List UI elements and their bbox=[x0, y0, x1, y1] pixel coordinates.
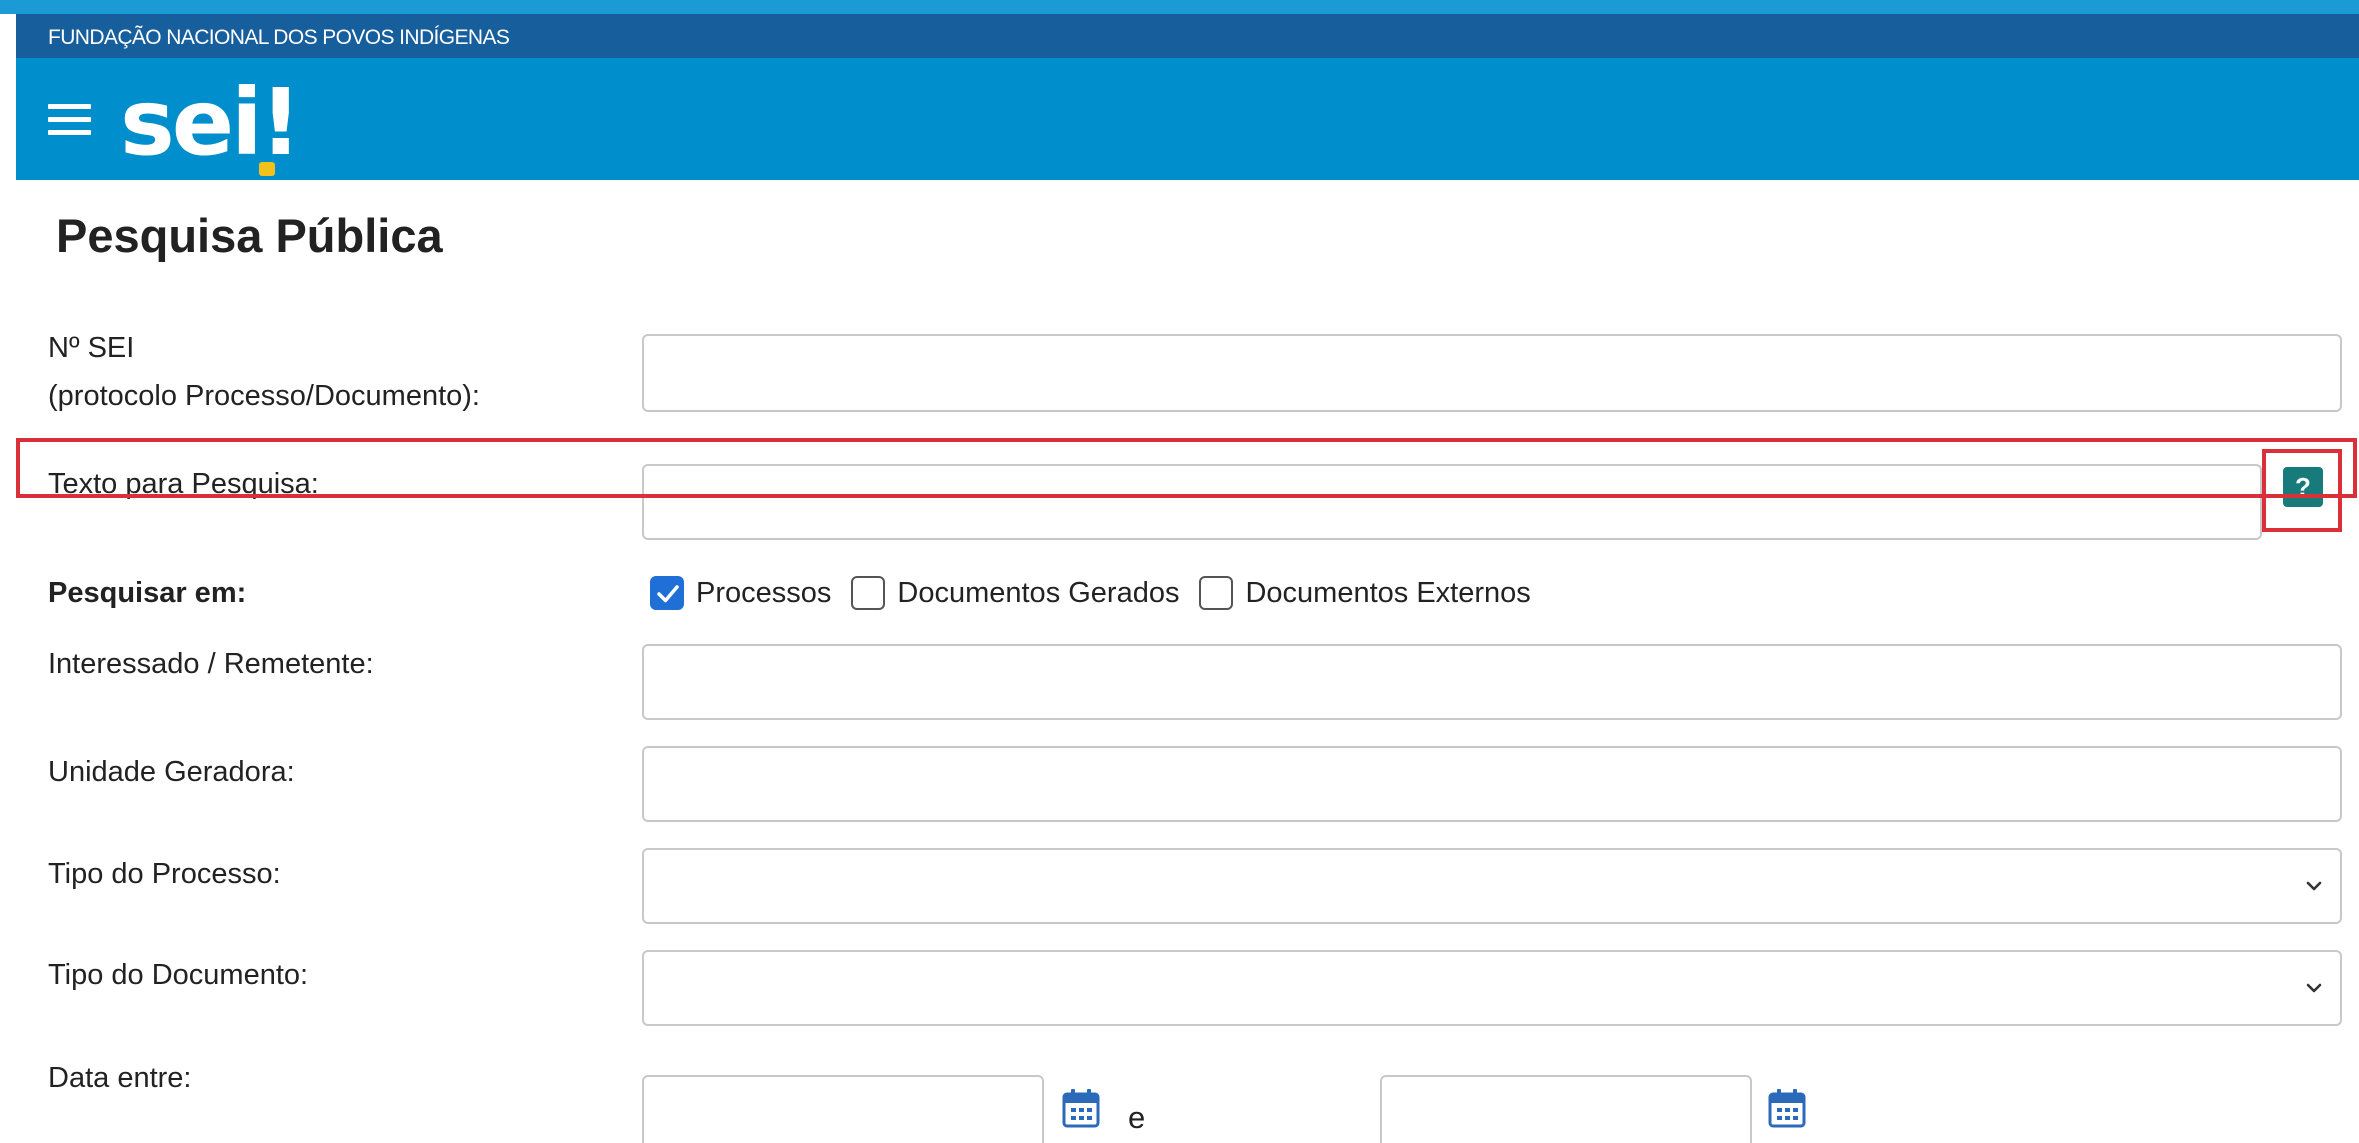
logo-dot bbox=[259, 162, 275, 176]
search-text-label: Texto para Pesquisa: bbox=[48, 468, 319, 500]
documentos-externos-label[interactable]: Documentos Externos bbox=[1245, 577, 1530, 610]
processos-label[interactable]: Processos bbox=[696, 577, 831, 610]
sei-number-label-line1: Nº SEI bbox=[48, 332, 135, 364]
search-in-options: Processos Documentos Gerados Documentos … bbox=[650, 571, 1551, 615]
document-type-label: Tipo do Documento: bbox=[48, 959, 309, 991]
date-range-separator: e bbox=[1128, 1100, 1146, 1135]
date-to-input[interactable] bbox=[1380, 1075, 1752, 1143]
top-strip bbox=[0, 0, 2359, 14]
interested-label: Interessado / Remetente: bbox=[48, 648, 374, 680]
processos-checkbox[interactable] bbox=[650, 576, 684, 610]
documentos-gerados-label[interactable]: Documentos Gerados bbox=[897, 577, 1179, 610]
org-name: FUNDAÇÃO NACIONAL DOS POVOS INDÍGENAS bbox=[48, 26, 510, 49]
help-button[interactable]: ? bbox=[2283, 467, 2323, 507]
documentos-externos-checkbox[interactable] bbox=[1199, 576, 1234, 610]
interested-input[interactable] bbox=[642, 644, 2342, 720]
search-text-input[interactable] bbox=[642, 464, 2262, 540]
chevron-down-icon bbox=[2306, 881, 2322, 891]
documentos-gerados-checkbox[interactable] bbox=[851, 576, 886, 610]
page: FUNDAÇÃO NACIONAL DOS POVOS INDÍGENAS se… bbox=[0, 0, 2359, 1143]
sei-number-label: Nº SEI (protocolo Processo/Documento): bbox=[48, 328, 480, 416]
process-type-label: Tipo do Processo: bbox=[48, 858, 281, 890]
date-range-label: Data entre: bbox=[48, 1062, 192, 1094]
process-type-select[interactable] bbox=[642, 848, 2342, 924]
document-type-select[interactable] bbox=[642, 950, 2342, 1026]
search-in-label: Pesquisar em: bbox=[48, 577, 247, 609]
chevron-down-icon bbox=[2306, 983, 2322, 993]
sei-number-label-line2: (protocolo Processo/Documento): bbox=[48, 380, 480, 412]
hamburger-menu-icon[interactable] bbox=[48, 104, 91, 138]
calendar-icon[interactable] bbox=[1768, 1088, 1806, 1128]
unit-input[interactable] bbox=[642, 746, 2342, 822]
unit-label: Unidade Geradora: bbox=[48, 756, 295, 788]
logo-mark: ! bbox=[259, 69, 302, 176]
page-title: Pesquisa Pública bbox=[56, 209, 443, 262]
date-from-input[interactable] bbox=[642, 1075, 1044, 1143]
checkmark-icon bbox=[657, 585, 679, 603]
logo-text: sei bbox=[120, 69, 263, 176]
sei-number-input[interactable] bbox=[642, 334, 2342, 412]
header: FUNDAÇÃO NACIONAL DOS POVOS INDÍGENAS se… bbox=[16, 14, 2359, 180]
calendar-icon[interactable] bbox=[1062, 1088, 1100, 1128]
org-bar: FUNDAÇÃO NACIONAL DOS POVOS INDÍGENAS bbox=[16, 14, 2359, 58]
